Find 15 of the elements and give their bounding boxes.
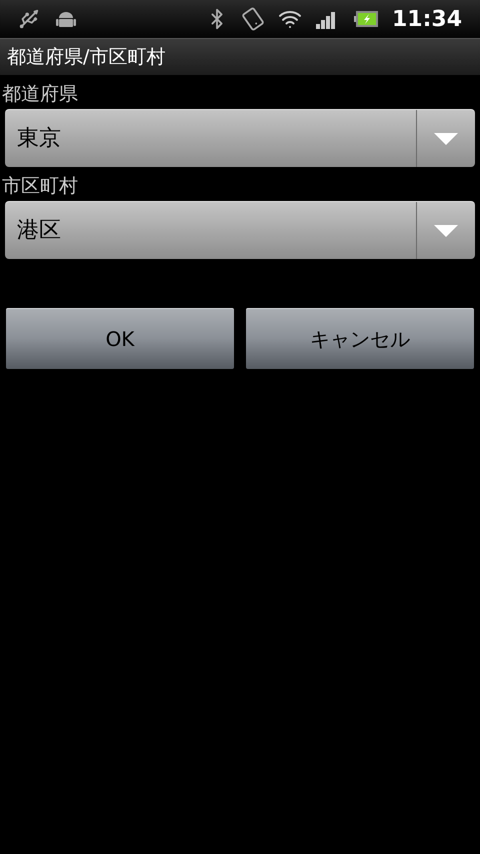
dropdown-value: 港区 xyxy=(16,217,62,245)
dropdown[interactable]: 東京 xyxy=(5,109,475,167)
dropdown-arrow-icon xyxy=(434,224,458,236)
android-icon xyxy=(56,9,76,29)
field-label: 都道府県 xyxy=(2,82,79,107)
dialog-button[interactable]: キャンセル xyxy=(246,308,474,369)
usb-icon xyxy=(18,8,40,30)
dropdown-value: 東京 xyxy=(16,125,62,153)
clock: 11:34 xyxy=(392,6,462,34)
window-title: 都道府県/市区町村 xyxy=(7,44,166,70)
dropdown[interactable]: 港区 xyxy=(5,201,475,259)
field-label: 市区町村 xyxy=(2,174,79,199)
dialog-button[interactable]: OK xyxy=(6,308,234,369)
battery-icon xyxy=(354,11,378,27)
dropdown-arrow-icon xyxy=(434,132,458,144)
